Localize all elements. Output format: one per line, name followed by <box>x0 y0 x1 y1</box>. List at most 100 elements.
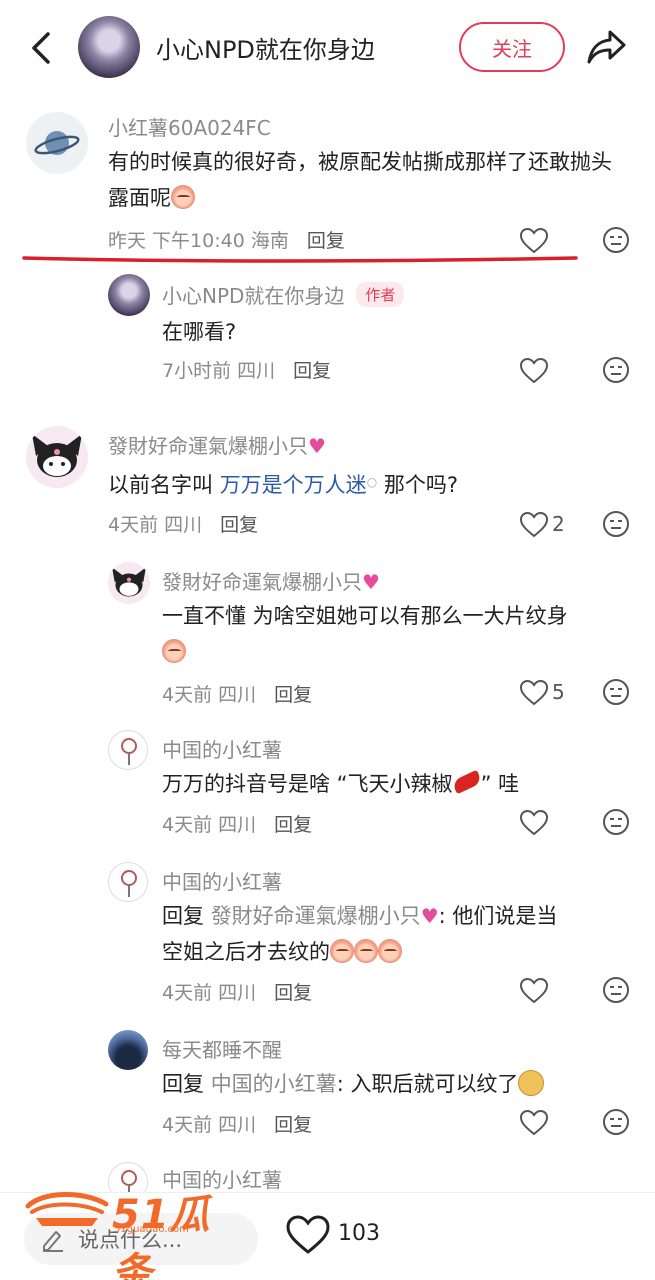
like-count: 5 <box>552 680 565 704</box>
reply-button[interactable]: 回复 <box>274 982 312 1004</box>
reply-username[interactable]: 中国的小红薯 <box>162 734 282 763</box>
reply-username[interactable]: 發財好命運氣爆棚小只♥ <box>162 566 380 595</box>
post-like-count: 103 <box>338 1221 380 1246</box>
kuromi-avatar-icon <box>112 567 146 597</box>
reply-username-text: 小心NPD就在你身边 <box>162 284 345 308</box>
pencil-icon <box>43 1231 63 1252</box>
reply-text-after: ” 哇 <box>480 772 520 796</box>
comment-item: 小红薯60A024FC 有的时候真的很好奇，被原配发帖撕成那样了还敢抛头露面呢 … <box>0 100 655 260</box>
reply-text-line1: : 他们说是当 <box>438 904 558 928</box>
comment-meta: 昨天 下午10:40 海南 回复 <box>108 226 345 253</box>
comment-time: 4天前 四川 <box>108 514 203 536</box>
author-avatar[interactable] <box>78 16 140 78</box>
user-avatar-small[interactable] <box>108 562 150 604</box>
planet-icon <box>34 131 80 155</box>
reply-time: 4天前 四川 <box>162 1114 257 1136</box>
reply-button[interactable]: 回复 <box>274 814 312 836</box>
like-heart-icon[interactable] <box>520 1110 548 1136</box>
reply-username[interactable]: 中国的小红薯 <box>162 1164 282 1193</box>
user-avatar[interactable] <box>26 112 88 174</box>
comment-input[interactable]: 说点什么... <box>24 1213 258 1265</box>
like-heart-icon[interactable] <box>520 358 548 384</box>
back-arrow-icon[interactable] <box>26 28 58 68</box>
reply-prefix: 回复 <box>162 904 211 928</box>
comment-text-after: 那个吗? <box>377 473 458 497</box>
user-avatar-small[interactable] <box>108 730 148 770</box>
neutral-face-icon[interactable] <box>602 1108 630 1136</box>
lollipop-icon <box>121 870 137 897</box>
reply-item: 中国的小红薯 回复 發財好命運氣爆棚小只♥: 他们说是当空姐之后才去纹的 4天前… <box>0 860 655 1020</box>
comment-text: 有的时候真的很好奇，被原配发帖撕成那样了还敢抛头露面呢 <box>108 144 628 216</box>
reply-meta: 4天前 四川 回复 <box>162 1110 312 1137</box>
reply-username[interactable]: 每天都睡不醒 <box>162 1034 282 1063</box>
reply-text-line2: 空姐之后才去纹的 <box>162 940 330 964</box>
follow-button[interactable]: 关注 <box>459 22 565 72</box>
reply-button[interactable]: 回复 <box>307 230 345 252</box>
crying-emoji-icon <box>330 939 354 963</box>
neutral-face-icon[interactable] <box>602 356 630 384</box>
reply-meta: 7小时前 四川 回复 <box>162 356 331 383</box>
reply-button[interactable]: 回复 <box>274 684 312 706</box>
like-heart-icon[interactable] <box>286 1215 330 1255</box>
author-badge: 作者 <box>356 282 405 307</box>
reply-item: 發財好命運氣爆棚小只♥ 一直不懂 为啥空姐她可以有那么一大片纹身 4天前 四川回… <box>0 558 655 718</box>
reply-item: 中国的小红薯 万万的抖音号是啥 “飞天小辣椒 ” 哇 4天前 四川 回复 <box>0 728 655 850</box>
top-nav-bar: 小心NPD就在你身边 关注 <box>0 0 655 96</box>
reply-button[interactable]: 回复 <box>220 514 258 536</box>
user-avatar-small[interactable] <box>108 1030 148 1070</box>
user-avatar-small[interactable] <box>108 862 148 902</box>
reply-meta: 4天前 四川 回复 <box>162 978 312 1005</box>
author-name[interactable]: 小心NPD就在你身边 <box>156 30 375 65</box>
neutral-face-icon[interactable] <box>602 808 630 836</box>
reply-button[interactable]: 回复 <box>274 1114 312 1136</box>
crying-emoji-icon <box>378 939 402 963</box>
author-avatar-small[interactable] <box>108 274 150 316</box>
reply-button[interactable]: 回复 <box>293 360 331 382</box>
crying-emoji-icon <box>354 939 378 963</box>
reply-text: 回复 發財好命運氣爆棚小只♥: 他们说是当空姐之后才去纹的 <box>162 898 632 970</box>
neutral-face-icon[interactable] <box>602 976 630 1004</box>
crying-emoji-icon <box>162 639 186 663</box>
kuromi-avatar-icon <box>32 434 82 477</box>
reply-text: 在哪看? <box>162 320 237 344</box>
reply-item: 每天都睡不醒 回复 中国的小红薯: 入职后就可以纹了 4天前 四川 回复 <box>0 1028 655 1152</box>
search-link[interactable]: 万万是个万人迷 <box>220 473 367 497</box>
reply-time: 4天前 四川 <box>162 982 257 1004</box>
neutral-face-icon[interactable] <box>602 226 630 254</box>
comment-text: 以前名字叫 万万是个万人迷○ 那个吗? <box>108 464 458 503</box>
reply-meta: 4天前 四川 回复 <box>162 810 312 837</box>
pink-heart-icon: ♥ <box>420 904 439 928</box>
neutral-face-icon[interactable] <box>602 510 630 538</box>
reply-item: 小心NPD就在你身边 作者 在哪看? 7小时前 四川 回复 <box>0 270 655 400</box>
comment-item: 發財好命運氣爆棚小只♥ 以前名字叫 万万是个万人迷○ 那个吗? 4天前 四川 回复… <box>0 420 655 550</box>
like-heart-icon[interactable] <box>520 512 548 538</box>
bottom-action-bar: 说点什么... 103 <box>0 1192 655 1280</box>
pink-heart-icon: ♥ <box>308 434 326 458</box>
red-underline-annotation <box>22 256 578 263</box>
reply-username[interactable]: 中国的小红薯 <box>162 866 282 895</box>
comment-username-text: 發財好命運氣爆棚小只 <box>108 434 308 458</box>
reply-text-before: 万万的抖音号是啥 “飞天小辣椒 <box>162 772 453 796</box>
comment-input-placeholder: 说点什么... <box>78 1228 183 1252</box>
comment-username[interactable]: 發財好命運氣爆棚小只♥ <box>108 430 326 459</box>
pink-heart-icon: ♥ <box>362 570 380 594</box>
reply-username[interactable]: 小心NPD就在你身边 作者 <box>162 280 405 309</box>
like-heart-icon[interactable] <box>520 978 548 1004</box>
reply-to-user[interactable]: 中国的小红薯 <box>211 1072 337 1096</box>
reply-to-user[interactable]: 發財好命運氣爆棚小只 <box>211 904 421 928</box>
like-heart-icon[interactable] <box>520 680 548 706</box>
comment-username[interactable]: 小红薯60A024FC <box>108 112 271 141</box>
share-icon[interactable] <box>586 28 628 66</box>
comment-time: 昨天 下午10:40 海南 <box>108 230 289 252</box>
neutral-face-icon[interactable] <box>602 678 630 706</box>
like-heart-icon[interactable] <box>520 228 548 254</box>
reply-text: 一直不懂 为啥空姐她可以有那么一大片纹身 <box>162 598 622 670</box>
like-count: 2 <box>552 512 565 536</box>
reply-time: 4天前 四川 <box>162 814 257 836</box>
reply-prefix: 回复 <box>162 1072 211 1096</box>
user-avatar[interactable] <box>26 426 88 488</box>
like-heart-icon[interactable] <box>520 810 548 836</box>
reply-time: 4天前 四川 <box>162 684 257 706</box>
dog-face-emoji-icon <box>518 1070 545 1096</box>
reply-username-text: 發財好命運氣爆棚小只 <box>162 570 362 594</box>
